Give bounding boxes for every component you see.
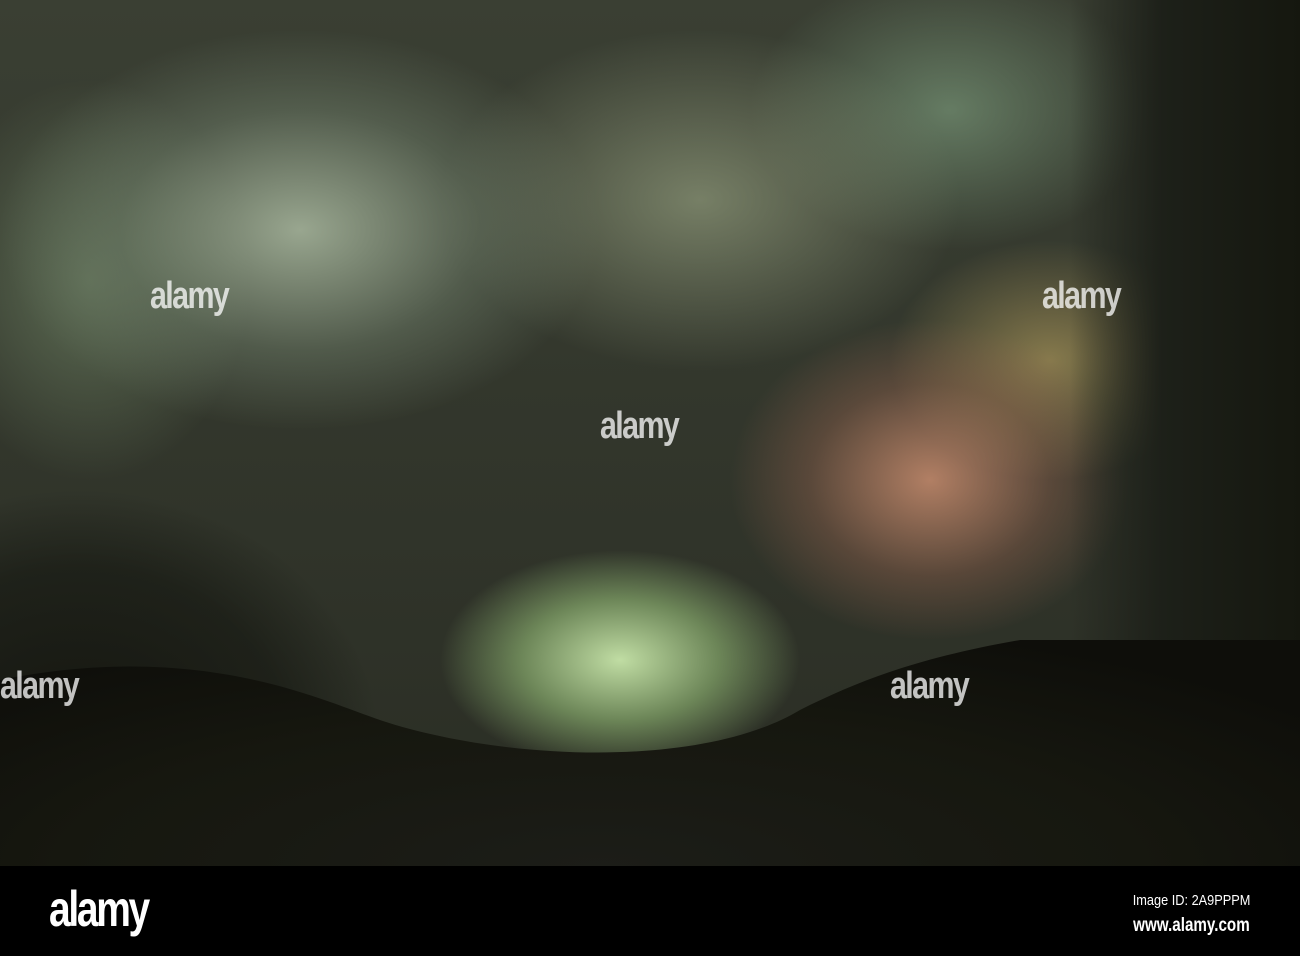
footer-bar: alamy Image ID: 2A9PPPM www.alamy.com: [0, 866, 1300, 956]
watermark: alamy: [0, 665, 80, 707]
watermark: alamy: [890, 665, 970, 707]
cave-rim-foreground: [0, 640, 1300, 866]
watermark: alamy: [150, 275, 230, 317]
alamy-logo: alamy: [49, 881, 150, 937]
watermark: alamy: [600, 405, 680, 447]
cave-photo: alamy alamy alamy alamy alamy: [0, 0, 1300, 866]
watermark: alamy: [1042, 275, 1122, 317]
image-id: Image ID: 2A9PPPM: [1132, 892, 1250, 909]
site-url: www.alamy.com: [1133, 915, 1250, 936]
